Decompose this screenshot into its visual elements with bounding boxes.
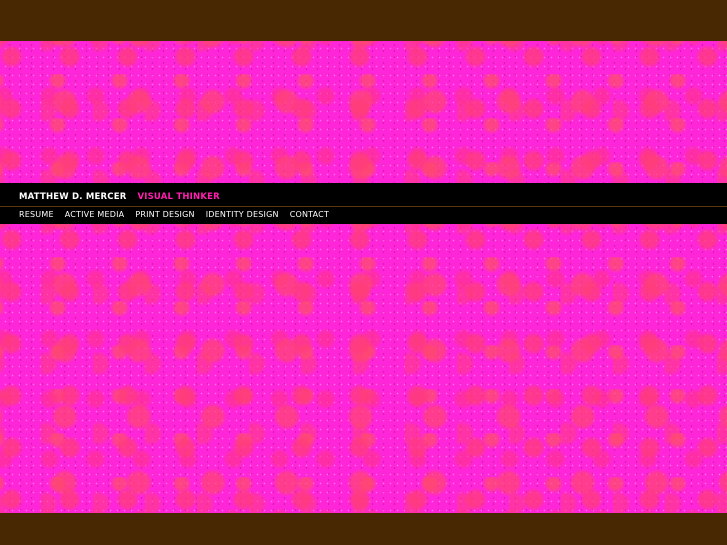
- decorative-pattern-bottom: [0, 224, 727, 513]
- header-divider: [0, 206, 727, 207]
- nav-item-contact[interactable]: CONTACT: [290, 210, 329, 219]
- title-row: MATTHEW D. MERCER VISUAL THINKER: [19, 190, 220, 204]
- nav-item-print-design[interactable]: PRINT DESIGN: [135, 210, 194, 219]
- bottom-brown-band: [0, 513, 727, 545]
- top-brown-band: [0, 0, 727, 41]
- main-nav: RESUME ACTIVE MEDIA PRINT DESIGN IDENTIT…: [19, 210, 329, 219]
- page: MATTHEW D. MERCER VISUAL THINKER RESUME …: [0, 0, 727, 545]
- header-bar: MATTHEW D. MERCER VISUAL THINKER RESUME …: [0, 183, 727, 224]
- nav-item-resume[interactable]: RESUME: [19, 210, 54, 219]
- site-name[interactable]: MATTHEW D. MERCER: [19, 192, 126, 202]
- nav-item-identity-design[interactable]: IDENTITY DESIGN: [206, 210, 279, 219]
- nav-item-active-media[interactable]: ACTIVE MEDIA: [65, 210, 125, 219]
- decorative-pattern-top: [0, 41, 727, 183]
- site-tagline: VISUAL THINKER: [137, 192, 220, 202]
